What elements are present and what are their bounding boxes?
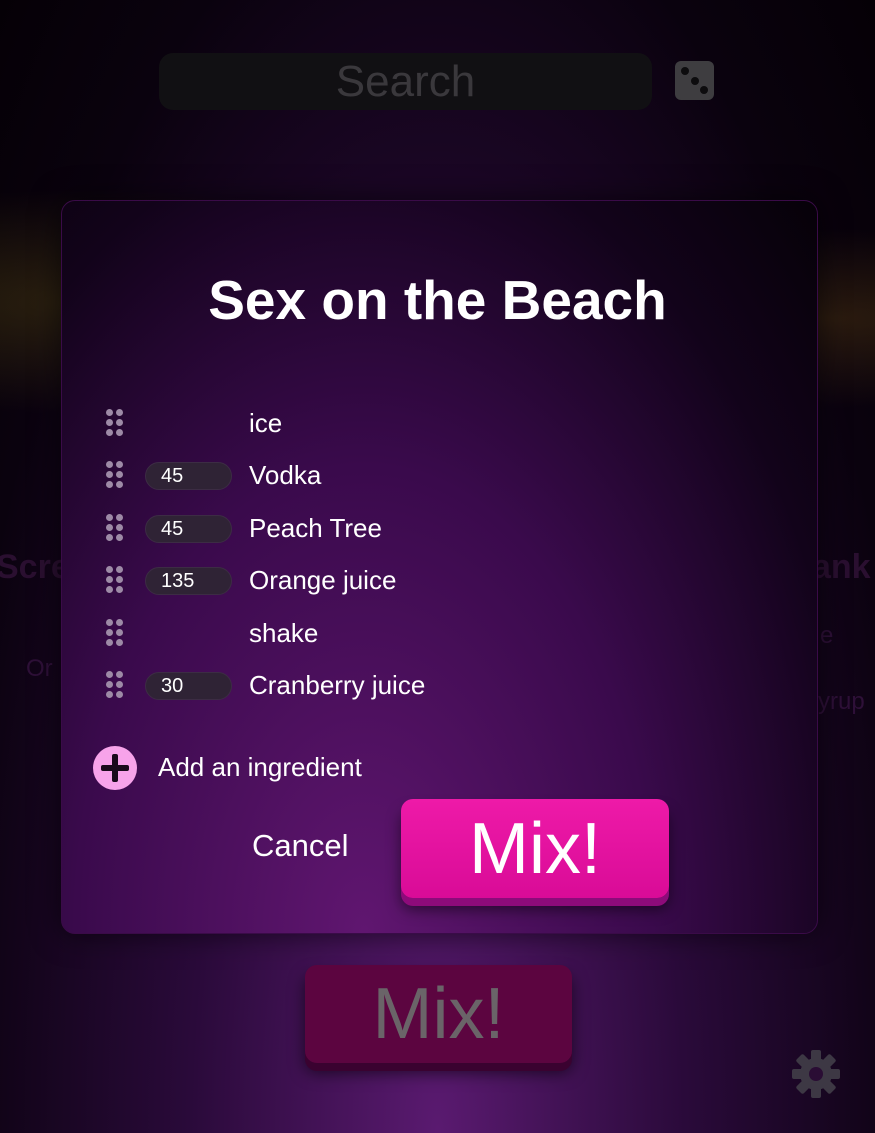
drag-handle-icon[interactable] [106,671,126,701]
ingredient-name: shake [249,618,319,648]
ingredient-name: Cranberry juice [249,670,426,700]
ingredient-amount-input[interactable] [145,672,232,700]
recipe-title: Sex on the Beach [208,269,667,331]
ingredient-name: Vodka [249,460,322,490]
add-ingredient-button[interactable]: Add an ingredient [93,744,413,790]
ingredient-row: ice [0,404,875,444]
cancel-button[interactable]: Cancel [252,828,349,864]
drag-handle-icon[interactable] [106,619,126,649]
ingredient-amount-input[interactable] [145,462,232,490]
ingredient-row: Cranberry juice [0,666,875,706]
gear-icon[interactable] [790,1048,842,1100]
drag-handle-icon[interactable] [106,514,126,544]
dice-icon[interactable] [675,61,714,100]
mix-button[interactable]: Mix! [401,799,669,898]
search-bar[interactable] [159,53,652,110]
add-icon[interactable] [93,746,137,790]
ingredient-name: Peach Tree [249,513,382,543]
search-input[interactable] [159,55,652,108]
ingredient-amount-input[interactable] [145,515,232,543]
ingredient-name: Orange juice [249,565,397,595]
ingredient-row: Vodka [0,456,875,496]
ingredient-amount-input[interactable] [145,567,232,595]
ingredient-name: ice [249,408,283,438]
background-mix-button[interactable]: Mix! [305,965,572,1063]
ingredient-row: Peach Tree [0,509,875,549]
drag-handle-icon[interactable] [106,566,126,596]
drag-handle-icon[interactable] [106,409,126,439]
add-ingredient-label[interactable]: Add an ingredient [158,752,362,783]
ingredient-row: shake [0,614,875,654]
drag-handle-icon[interactable] [106,461,126,491]
ingredient-row: Orange juice [0,561,875,601]
